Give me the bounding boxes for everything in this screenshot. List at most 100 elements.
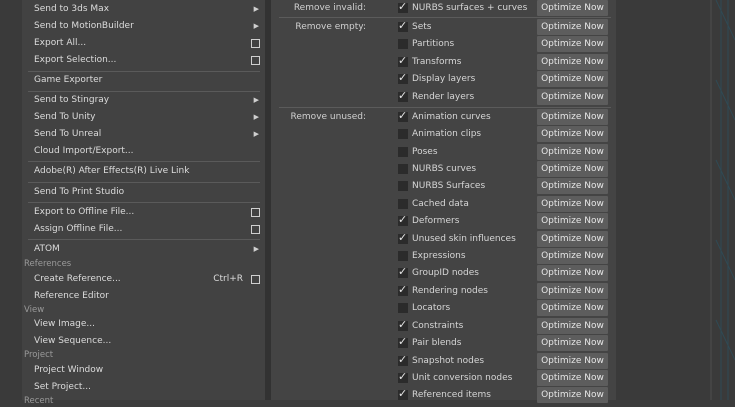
menu-item-set-project[interactable]: Set Project... [22,379,265,396]
menu-item-send-to-print-studio[interactable]: Send To Print Studio [22,184,265,201]
checkbox[interactable] [398,19,408,32]
checkbox[interactable] [398,251,408,261]
menu-item-label: Project Window [34,365,104,375]
optimize-now-button[interactable]: Optimize Now [537,144,608,160]
menu-divider [28,239,260,240]
checkbox[interactable] [398,335,408,348]
optimize-now-button[interactable]: Optimize Now [537,370,608,386]
optimize-now-button[interactable]: Optimize Now [537,387,608,403]
optimize-now-button[interactable]: Optimize Now [537,213,608,229]
checkbox[interactable] [398,89,408,102]
checkbox[interactable] [398,231,408,244]
checkbox[interactable] [398,370,408,383]
menu-item-send-to-unreal[interactable]: Send To Unreal ▶ [22,126,265,143]
menu-item-send-to-motionbuilder[interactable]: Send to MotionBuilder ▶ [22,18,265,35]
option-box-icon[interactable] [251,225,260,234]
menu-item-reference-editor[interactable]: Reference Editor [22,288,265,305]
checkbox[interactable] [398,199,408,209]
menu-item-send-to-unity[interactable]: Send To Unity ▶ [22,109,265,126]
menu-item-game-exporter[interactable]: Game Exporter [22,72,265,89]
optimize-now-button[interactable]: Optimize Now [537,36,608,52]
menu-item-label: Send to 3ds Max [34,4,110,14]
option-row: NURBS Surfaces Optimize Now [271,178,616,195]
option-row: Transforms Optimize Now [271,54,616,71]
menu-item-view-sequence[interactable]: View Sequence... [22,333,265,350]
optimize-now-button[interactable]: Optimize Now [537,0,608,16]
checkbox[interactable] [398,164,408,174]
option-label: Locators [412,303,451,313]
checkbox[interactable] [398,303,408,313]
menu-item-project-window[interactable]: Project Window [22,362,265,379]
option-label: Snapshot nodes [412,356,485,366]
option-label: Constraints [412,321,464,331]
option-row: Snapshot nodes Optimize Now [271,353,616,370]
menu-divider [28,182,260,183]
checkbox[interactable] [398,353,408,366]
optimize-now-button[interactable]: Optimize Now [537,19,608,35]
submenu-arrow-icon: ▶ [253,130,259,138]
optimize-now-button[interactable]: Optimize Now [537,265,608,281]
checkbox[interactable] [398,129,408,139]
checkbox[interactable] [398,318,408,331]
optimize-now-button[interactable]: Optimize Now [537,89,608,105]
checkbox[interactable] [398,71,408,84]
menu-item-after-effects-live-link[interactable]: Adobe(R) After Effects(R) Live Link [22,163,265,180]
menu-item-export-offline-file[interactable]: Export to Offline File... [22,204,265,221]
optimize-now-button[interactable]: Optimize Now [537,161,608,177]
optimize-now-button[interactable]: Optimize Now [537,231,608,247]
menu-item-view-image[interactable]: View Image... [22,316,265,333]
option-box-icon[interactable] [251,208,260,217]
menu-item-send-to-stingray[interactable]: Send to Stingray ▶ [22,92,265,109]
checkbox[interactable] [398,39,408,49]
optimize-now-button[interactable]: Optimize Now [537,196,608,212]
menu-item-send-to-3ds-max[interactable]: Send to 3ds Max ▶ [22,1,265,18]
menu-item-label: Send To Unity [34,112,96,122]
menu-item-cloud-import-export[interactable]: Cloud Import/Export... [22,143,265,160]
optimize-now-button[interactable]: Optimize Now [537,335,608,351]
optimize-now-button[interactable]: Optimize Now [537,318,608,334]
option-box-icon[interactable] [251,275,260,284]
menu-item-create-reference[interactable]: Create Reference... Ctrl+R [22,271,265,288]
menu-divider [28,202,260,203]
checkbox[interactable] [398,283,408,296]
option-box-icon[interactable] [251,39,260,48]
menu-item-export-selection[interactable]: Export Selection... [22,52,265,69]
option-box-icon[interactable] [251,56,260,65]
option-label: Unused skin influences [412,234,516,244]
optimize-now-button[interactable]: Optimize Now [537,248,608,264]
checkbox[interactable] [398,213,408,226]
checkbox[interactable] [398,181,408,191]
menu-item-atom[interactable]: ATOM ▶ [22,241,265,258]
optimize-now-button[interactable]: Optimize Now [537,178,608,194]
panel-divider [279,107,611,108]
optimize-now-button[interactable]: Optimize Now [537,109,608,125]
option-label: Deformers [412,216,460,226]
menu-item-assign-offline-file[interactable]: Assign Offline File... [22,221,265,238]
optimize-now-button[interactable]: Optimize Now [537,126,608,142]
group-label-unused: Remove unused: [290,112,366,122]
option-label: Sets [412,22,432,32]
optimize-now-button[interactable]: Optimize Now [537,54,608,70]
checkbox[interactable] [398,54,408,67]
optimize-now-button[interactable]: Optimize Now [537,300,608,316]
checkbox[interactable] [398,387,408,400]
optimize-now-button[interactable]: Optimize Now [537,283,608,299]
checkbox[interactable] [398,147,408,157]
section-project-label: Project [24,350,54,360]
option-label: GroupID nodes [412,268,479,278]
checkbox[interactable] [398,265,408,278]
menu-item-label: Export to Offline File... [34,207,135,217]
checkbox[interactable] [398,0,408,13]
option-row: Constraints Optimize Now [271,318,616,335]
menu-item-label: Send to MotionBuilder [34,21,134,31]
option-row: Unused skin influences Optimize Now [271,231,616,248]
optimize-now-button[interactable]: Optimize Now [537,71,608,87]
menu-item-export-all[interactable]: Export All... [22,35,265,52]
checkbox[interactable] [398,109,408,122]
optimize-now-button[interactable]: Optimize Now [537,353,608,369]
viewport-area[interactable] [616,0,735,400]
option-label: Transforms [412,57,462,67]
option-row: Deformers Optimize Now [271,213,616,230]
option-row: Pair blends Optimize Now [271,335,616,352]
option-row: Remove empty: Sets Optimize Now [271,19,616,36]
